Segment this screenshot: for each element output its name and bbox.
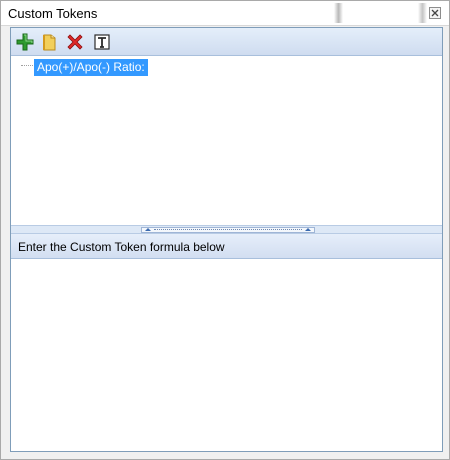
title-bar: Custom Tokens [1,1,449,26]
custom-tokens-window: Custom Tokens Apo(+)/Apo(-) Ratio: Enter… [0,0,450,460]
formula-editor[interactable] [11,259,442,451]
window-title: Custom Tokens [8,6,98,21]
grip-dots [154,229,302,230]
formula-header: Enter the Custom Token formula below [11,234,442,259]
delete-button[interactable] [65,32,85,52]
toolbar [11,28,442,56]
up-arrow-icon [145,228,151,231]
folder-button[interactable] [40,32,60,52]
up-arrow-icon [305,228,311,231]
splitter-handle[interactable] [11,225,442,234]
plus-icon [16,33,34,51]
text-tool-icon [94,34,110,50]
background-shadow [334,3,343,23]
formula-instruction: Enter the Custom Token formula below [18,240,225,254]
tree-item-apo-ratio[interactable]: Apo(+)/Apo(-) Ratio: [34,59,148,76]
add-token-button[interactable] [15,32,35,52]
close-icon [431,9,439,17]
delete-x-icon [67,34,83,50]
tokens-panel: Apo(+)/Apo(-) Ratio: Enter the Custom To… [10,27,443,452]
close-button[interactable] [429,7,441,19]
background-shadow [418,3,427,23]
rename-button[interactable] [92,32,112,52]
splitter-grip[interactable] [141,227,315,233]
tokens-tree[interactable]: Apo(+)/Apo(-) Ratio: [11,56,442,225]
folder-icon [43,34,56,51]
